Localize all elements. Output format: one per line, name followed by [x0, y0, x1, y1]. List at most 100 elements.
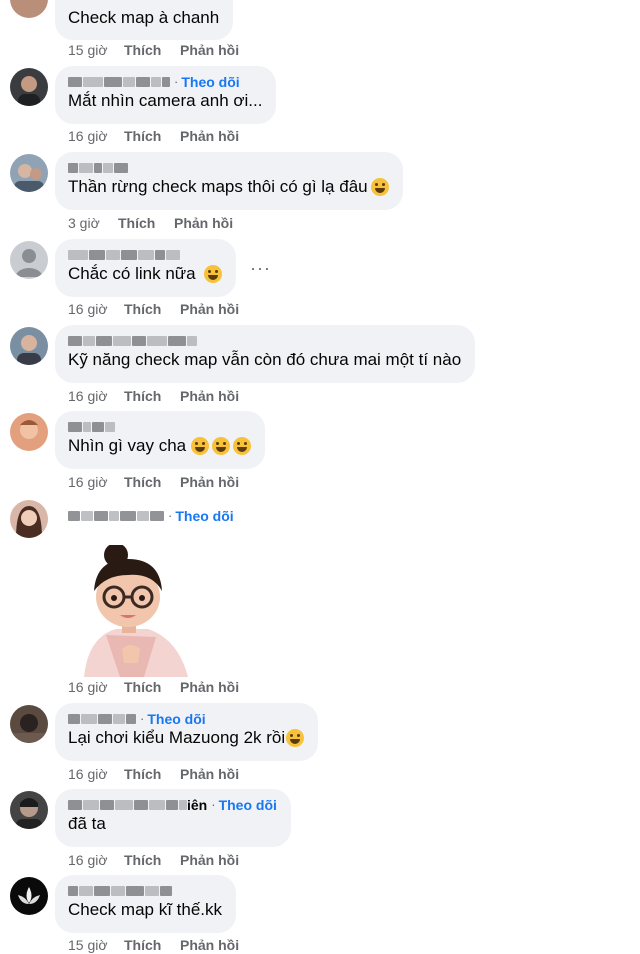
more-options-icon[interactable]: ··· — [250, 258, 271, 279]
avatar-image — [14, 164, 44, 192]
comment-bubble: Kỹ năng check map vẫn còn đó chưa mai mộ… — [55, 325, 476, 383]
grinning-emoji — [203, 265, 222, 283]
comment-time[interactable]: 16 giờ — [68, 301, 124, 317]
comment-actions: 16 giờ Thích Phản hồi — [68, 679, 239, 695]
default-avatar-icon — [15, 249, 43, 277]
comment-bubble: Chắc có link nữa — [55, 239, 236, 297]
comment-author[interactable] — [68, 418, 251, 435]
girl-with-glasses-sticker[interactable] — [66, 545, 196, 677]
follow-button[interactable]: Theo dõi — [175, 508, 233, 524]
like-button[interactable]: Thích — [124, 937, 180, 953]
comment-author[interactable]: · Theo dõi — [68, 507, 234, 524]
comment-author[interactable]: iên · Theo dõi — [68, 796, 277, 813]
reply-button[interactable]: Phản hồi — [180, 852, 239, 868]
reply-button[interactable]: Phản hồi — [180, 766, 239, 782]
comment-text: Mắt nhìn camera anh ơi... — [68, 91, 263, 110]
blurred-author-name — [68, 885, 172, 897]
comment-author[interactable] — [68, 246, 222, 263]
follow-button[interactable]: Theo dõi — [181, 74, 239, 90]
comment-time[interactable]: 16 giờ — [68, 679, 124, 695]
comment-actions: 16 giờ Thích Phản hồi — [68, 128, 239, 144]
avatar[interactable] — [10, 154, 48, 192]
comment-bubble: Thần rừng check maps thôi có gì lạ đâu — [55, 152, 403, 210]
comment-text-content: Nhìn gì vay cha — [68, 436, 187, 455]
lotus-avatar-image — [18, 887, 40, 904]
reply-button[interactable]: Phản hồi — [180, 474, 239, 490]
blurred-author-name — [68, 510, 164, 522]
avatar[interactable] — [10, 877, 48, 915]
comment-bubble: Check map kĩ thế.kk — [55, 875, 237, 933]
like-button[interactable]: Thích — [118, 215, 174, 231]
comment-text: Check map à chanh — [68, 8, 220, 27]
comment-text: Lại chơi kiểu Mazuong 2k rồi — [68, 727, 305, 749]
like-button[interactable]: Thích — [124, 679, 180, 695]
comment-actions: 3 giờ Thích Phản hồi — [68, 215, 233, 231]
avatar[interactable] — [10, 705, 48, 743]
comment-author[interactable]: · Theo dõi — [68, 73, 262, 90]
blurred-author-name — [68, 162, 128, 174]
comment-time[interactable]: 3 giờ — [68, 215, 118, 231]
reply-button[interactable]: Phản hồi — [180, 301, 239, 317]
avatar[interactable] — [10, 241, 48, 279]
avatar-image — [17, 335, 41, 365]
like-button[interactable]: Thích — [124, 474, 180, 490]
comment-bubble: · Theo dõi Lại chơi kiểu Mazuong 2k rồi — [55, 703, 319, 761]
reply-button[interactable]: Phản hồi — [180, 679, 239, 695]
comment-time[interactable]: 16 giờ — [68, 766, 124, 782]
tears-of-joy-emoji — [191, 437, 210, 455]
comment-actions: 16 giờ Thích Phản hồi — [68, 852, 239, 868]
comment-actions: 15 giờ Thích Phản hồi — [68, 937, 239, 953]
comment-actions: 15 giờ Thích Phản hồi — [68, 42, 239, 58]
blurred-author-name — [68, 713, 136, 725]
comment-actions: 16 giờ Thích Phản hồi — [68, 301, 239, 317]
follow-button[interactable]: Theo dõi — [147, 711, 205, 727]
like-button[interactable]: Thích — [124, 128, 180, 144]
avatar[interactable] — [10, 0, 48, 18]
comment-time[interactable]: 16 giờ — [68, 474, 124, 490]
comment-author[interactable] — [68, 159, 389, 176]
comment-actions: 16 giờ Thích Phản hồi — [68, 474, 239, 490]
comment-text: Check map kĩ thế.kk — [68, 900, 223, 919]
comment-author[interactable] — [68, 332, 461, 349]
comment-time[interactable]: 15 giờ — [68, 42, 124, 58]
comment-text: Chắc có link nữa — [68, 263, 222, 285]
reply-button[interactable]: Phản hồi — [180, 388, 239, 404]
like-button[interactable]: Thích — [124, 766, 180, 782]
tears-of-joy-emoji — [233, 437, 252, 455]
comment-author[interactable]: · Theo dõi — [68, 710, 304, 727]
comment-text-content: Lại chơi kiểu Mazuong 2k rồi — [68, 728, 286, 747]
comment-time[interactable]: 16 giờ — [68, 388, 124, 404]
comment-bubble: Nhìn gì vay cha — [55, 411, 266, 469]
reply-button[interactable]: Phản hồi — [180, 937, 239, 953]
avatar[interactable] — [10, 327, 48, 365]
comment-time[interactable]: 15 giờ — [68, 937, 124, 953]
reply-button[interactable]: Phản hồi — [180, 42, 239, 58]
like-button[interactable]: Thích — [124, 301, 180, 317]
comment-time[interactable]: 16 giờ — [68, 128, 124, 144]
avatar[interactable] — [10, 413, 48, 451]
comment-author[interactable] — [68, 882, 222, 899]
comment-time[interactable]: 16 giờ — [68, 852, 124, 868]
avatar[interactable] — [10, 68, 48, 106]
comment-text: đã ta — [68, 814, 106, 833]
like-button[interactable]: Thích — [124, 42, 180, 58]
avatar[interactable] — [10, 500, 48, 538]
like-button[interactable]: Thích — [124, 852, 180, 868]
reply-button[interactable]: Phản hồi — [174, 215, 233, 231]
avatar-image — [18, 76, 40, 106]
follow-button[interactable]: Theo dõi — [219, 797, 277, 813]
grinning-squint-emoji — [286, 729, 305, 747]
avatar-image — [20, 420, 38, 439]
reply-button[interactable]: Phản hồi — [180, 128, 239, 144]
comment-text: Nhìn gì vay cha — [68, 435, 252, 457]
comment-bubble: iên · Theo dõi đã ta — [55, 789, 291, 847]
comment-bubble: · Theo dõi Mắt nhìn camera anh ơi... — [55, 66, 277, 124]
rolling-laughing-emoji — [370, 178, 389, 196]
avatar-image — [16, 798, 42, 829]
avatar[interactable] — [10, 791, 48, 829]
comment-text-content: Thần rừng check maps thôi có gì lạ đâu — [68, 177, 368, 196]
avatar-image — [10, 714, 48, 743]
comment-text: Kỹ năng check map vẫn còn đó chưa mai mộ… — [68, 350, 462, 369]
blurred-author-name — [68, 249, 180, 261]
like-button[interactable]: Thích — [124, 388, 180, 404]
